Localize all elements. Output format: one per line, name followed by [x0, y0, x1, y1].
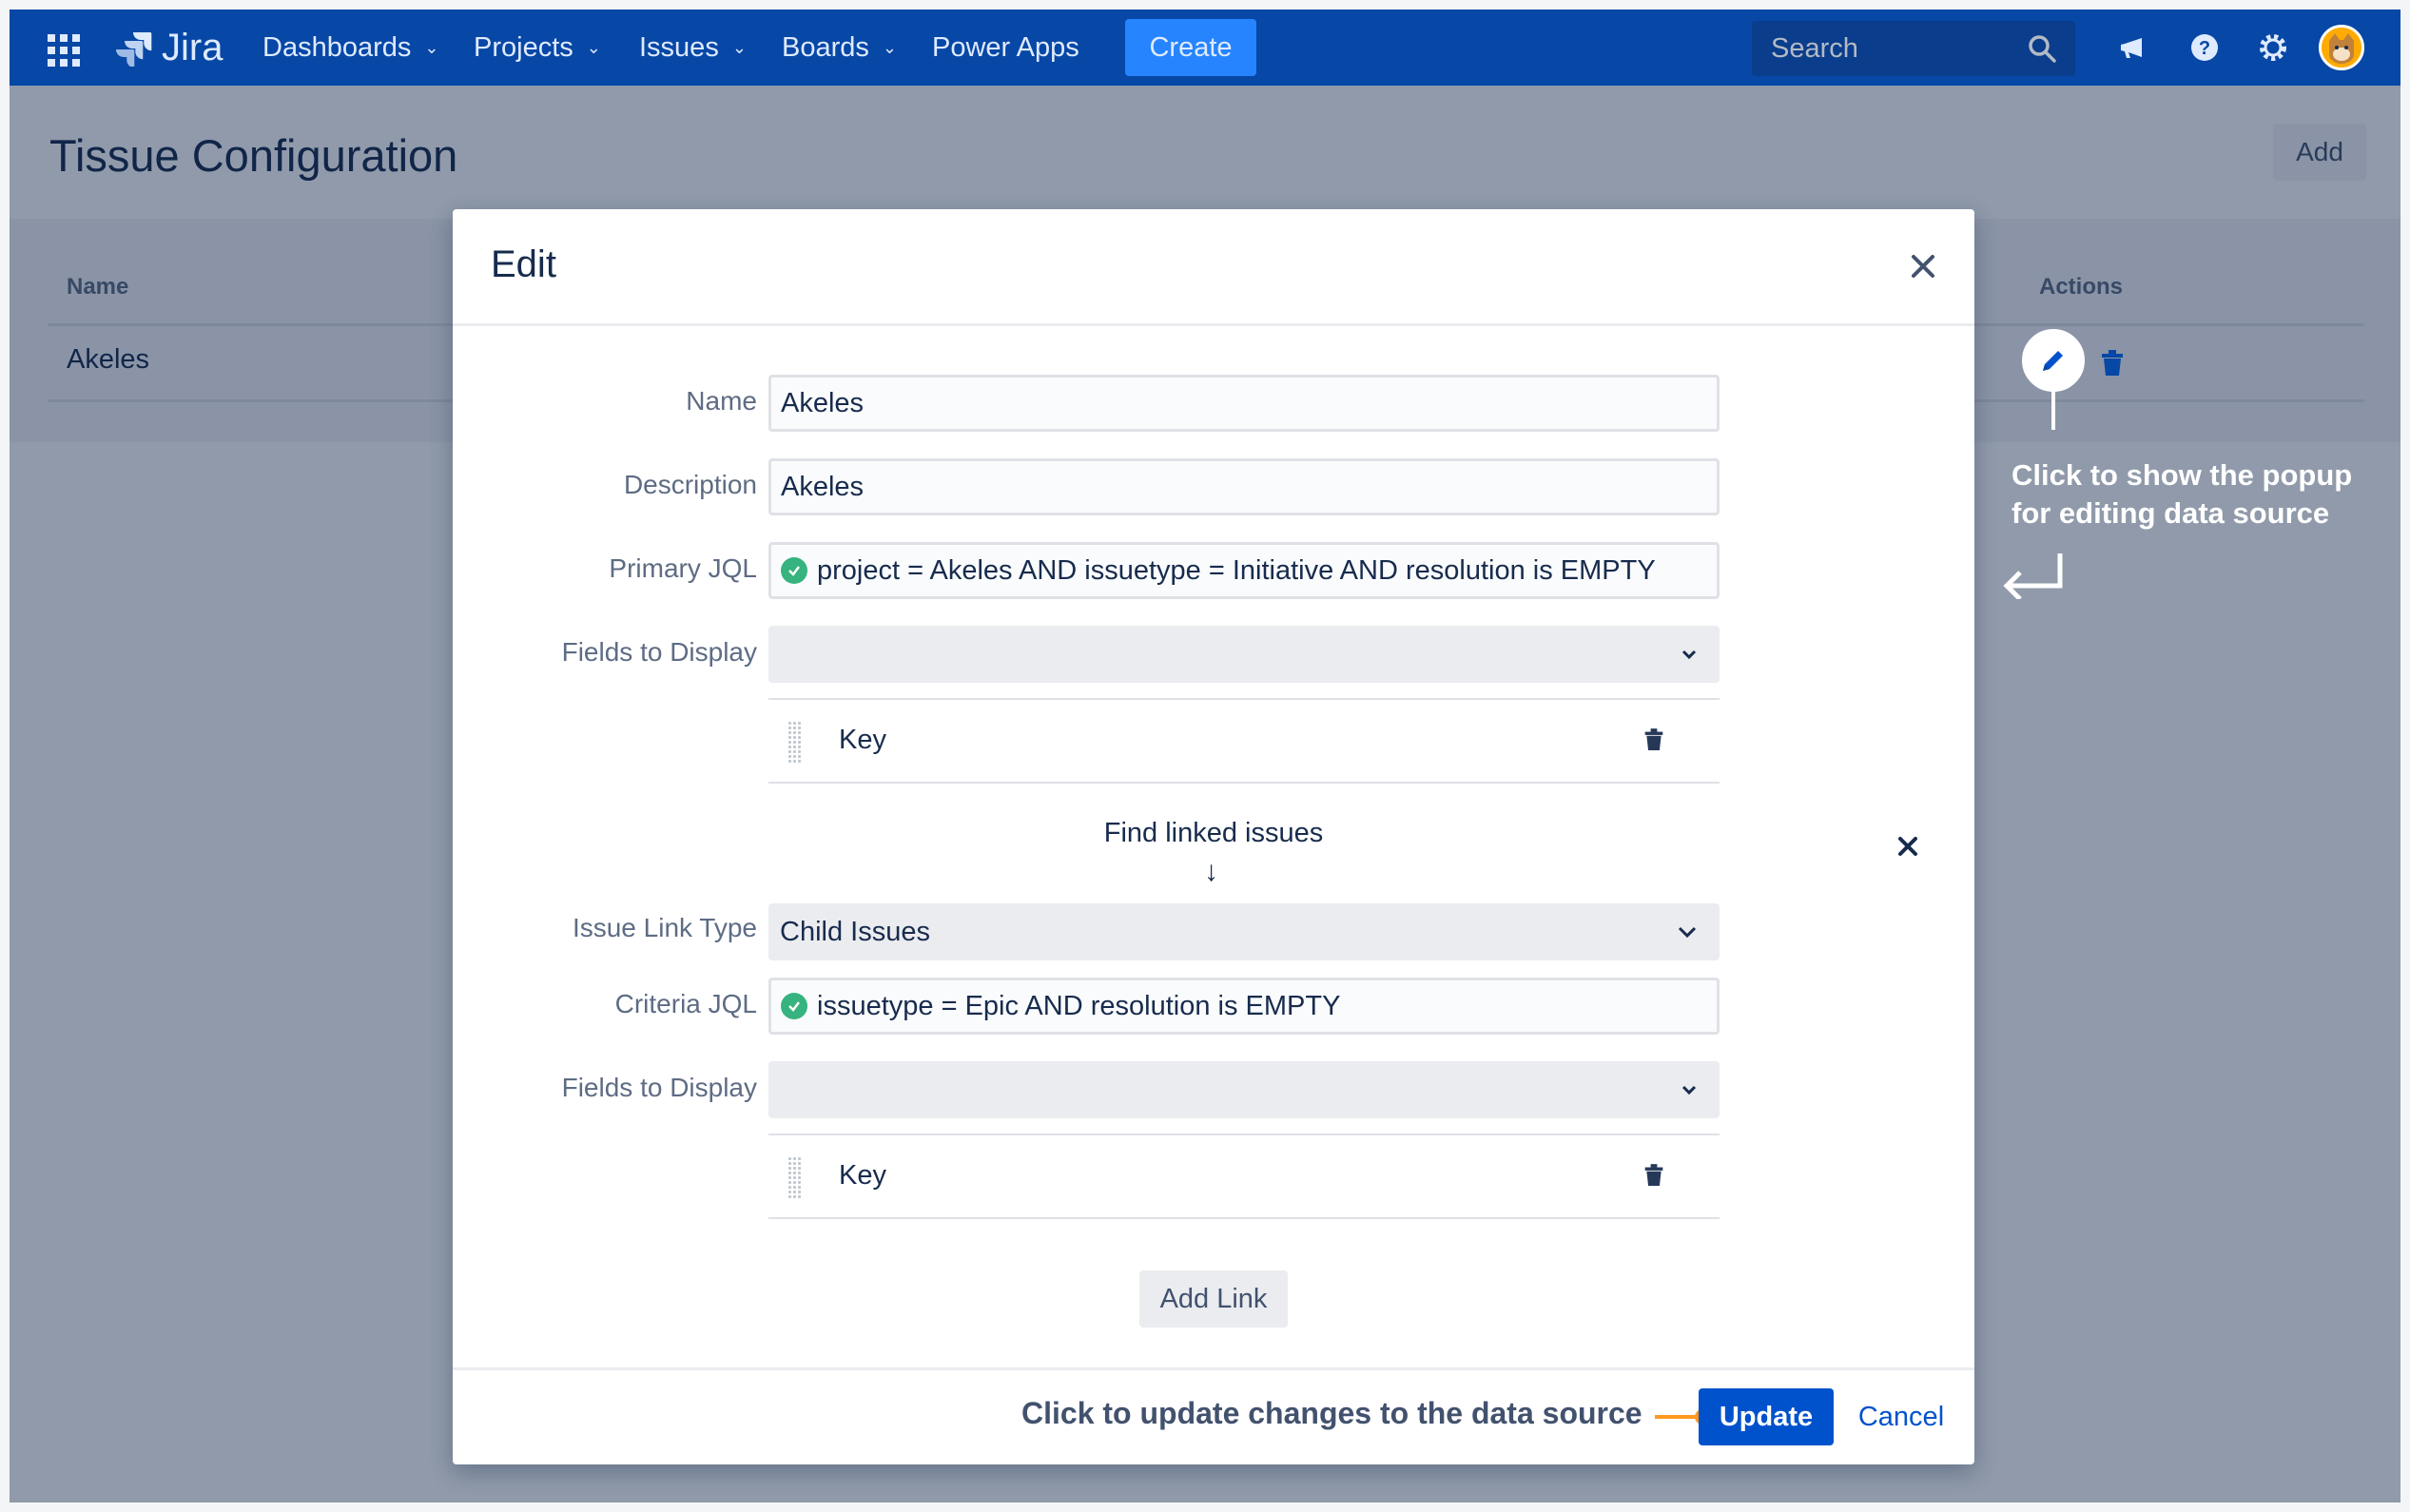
link-fields-display-select[interactable]	[768, 1061, 1720, 1118]
issue-link-type-value: Child Issues	[780, 916, 930, 947]
arrow-down-icon: ↓	[1204, 856, 1218, 887]
dialog-title: Edit	[491, 243, 556, 285]
pencil-icon	[2043, 351, 2063, 371]
fields-display-select[interactable]	[768, 626, 1720, 683]
nav-label: Power Apps	[932, 31, 1079, 63]
apps-grid-icon[interactable]	[48, 34, 80, 67]
chevron-down-icon: ⌄	[586, 37, 601, 57]
nav-label: Issues	[639, 31, 719, 63]
help-icon[interactable]: ?	[2186, 29, 2224, 67]
field-list-item: Key	[768, 698, 1720, 784]
trash-icon[interactable]	[2100, 350, 2125, 381]
update-callout-text: Click to update changes to the data sour…	[1021, 1396, 1642, 1430]
search-icon	[2029, 35, 2056, 63]
jira-logo[interactable]: Jira	[116, 27, 223, 69]
chevron-down-icon: ⌄	[424, 37, 439, 57]
name-field[interactable]: Akeles	[768, 375, 1720, 432]
primary-jql-value: project = Akeles AND issuetype = Initiat…	[817, 554, 1656, 586]
nav-power-apps[interactable]: Power Apps	[932, 10, 1079, 86]
fields-display-label: Fields to Display	[561, 637, 757, 667]
search-placeholder: Search	[1771, 32, 1858, 64]
close-icon[interactable]	[1904, 247, 1942, 285]
chevron-down-icon	[1681, 649, 1697, 660]
find-linked-issues-label: Find linked issues	[1103, 818, 1324, 848]
nav-label: Boards	[782, 31, 869, 63]
app-window: Jira Dashboards ⌄ Projects ⌄ Issues ⌄ Bo…	[10, 10, 2400, 1502]
criteria-jql-label: Criteria JQL	[614, 989, 757, 1018]
issue-link-type-label: Issue Link Type	[572, 913, 757, 942]
nav-boards[interactable]: Boards ⌄	[782, 10, 897, 86]
description-label: Description	[623, 470, 757, 499]
return-arrow-icon	[1997, 552, 2064, 604]
search-input[interactable]: Search	[1752, 21, 2075, 76]
avatar[interactable]	[2319, 25, 2364, 70]
close-icon[interactable]	[1889, 827, 1927, 865]
chevron-down-icon	[1678, 926, 1697, 939]
chevron-down-icon: ⌄	[882, 37, 897, 57]
trash-icon[interactable]	[1643, 728, 1664, 756]
dialog-header-divider	[453, 323, 1974, 326]
primary-jql-label: Primary JQL	[609, 553, 757, 583]
nav-dashboards[interactable]: Dashboards ⌄	[262, 10, 438, 86]
chevron-down-icon: ⌄	[731, 37, 747, 57]
logo-text: Jira	[162, 27, 224, 68]
jira-logo-icon	[116, 31, 152, 67]
edit-dialog: Edit Name Akeles Description Akeles Prim…	[453, 209, 1974, 1464]
field-list-item: Key	[768, 1134, 1720, 1219]
criteria-jql-value: issuetype = Epic AND resolution is EMPTY	[817, 990, 1341, 1021]
check-circle-icon	[781, 557, 807, 584]
drag-handle-icon[interactable]	[787, 1156, 803, 1200]
top-navigation: Jira Dashboards ⌄ Projects ⌄ Issues ⌄ Bo…	[10, 10, 2400, 86]
nav-projects[interactable]: Projects ⌄	[474, 10, 601, 86]
name-label: Name	[686, 386, 757, 416]
create-button[interactable]: Create	[1125, 19, 1256, 76]
edit-callout-text: Click to show the popup for editing data…	[2012, 458, 2353, 530]
dialog-footer-divider	[453, 1367, 1974, 1370]
trash-icon[interactable]	[1643, 1164, 1664, 1192]
megaphone-icon[interactable]	[2113, 29, 2151, 67]
cancel-button[interactable]: Cancel	[1849, 1388, 1953, 1445]
settings-icon[interactable]	[2254, 29, 2292, 67]
issue-link-type-select[interactable]: Child Issues	[768, 903, 1720, 960]
edit-row-button[interactable]	[2022, 329, 2085, 392]
nav-label: Projects	[474, 31, 573, 63]
primary-jql-field[interactable]: project = Akeles AND issuetype = Initiat…	[768, 542, 1720, 599]
field-name: Key	[839, 1160, 886, 1191]
nav-label: Dashboards	[262, 31, 412, 63]
cat-avatar-icon	[2322, 28, 2361, 68]
field-name: Key	[839, 725, 886, 755]
name-value: Akeles	[781, 387, 865, 418]
chevron-down-icon	[1681, 1085, 1697, 1095]
fields-display-label: Fields to Display	[561, 1073, 757, 1102]
add-link-button[interactable]: Add Link	[1139, 1270, 1288, 1328]
svg-text:?: ?	[2199, 38, 2210, 59]
callout-stem	[2051, 392, 2055, 430]
drag-handle-icon[interactable]	[787, 721, 803, 765]
description-value: Akeles	[781, 471, 865, 502]
nav-issues[interactable]: Issues ⌄	[639, 10, 747, 86]
criteria-jql-field[interactable]: issuetype = Epic AND resolution is EMPTY	[768, 978, 1720, 1035]
update-button[interactable]: Update	[1699, 1388, 1834, 1445]
description-field[interactable]: Akeles	[768, 458, 1720, 515]
check-circle-icon	[781, 993, 807, 1019]
